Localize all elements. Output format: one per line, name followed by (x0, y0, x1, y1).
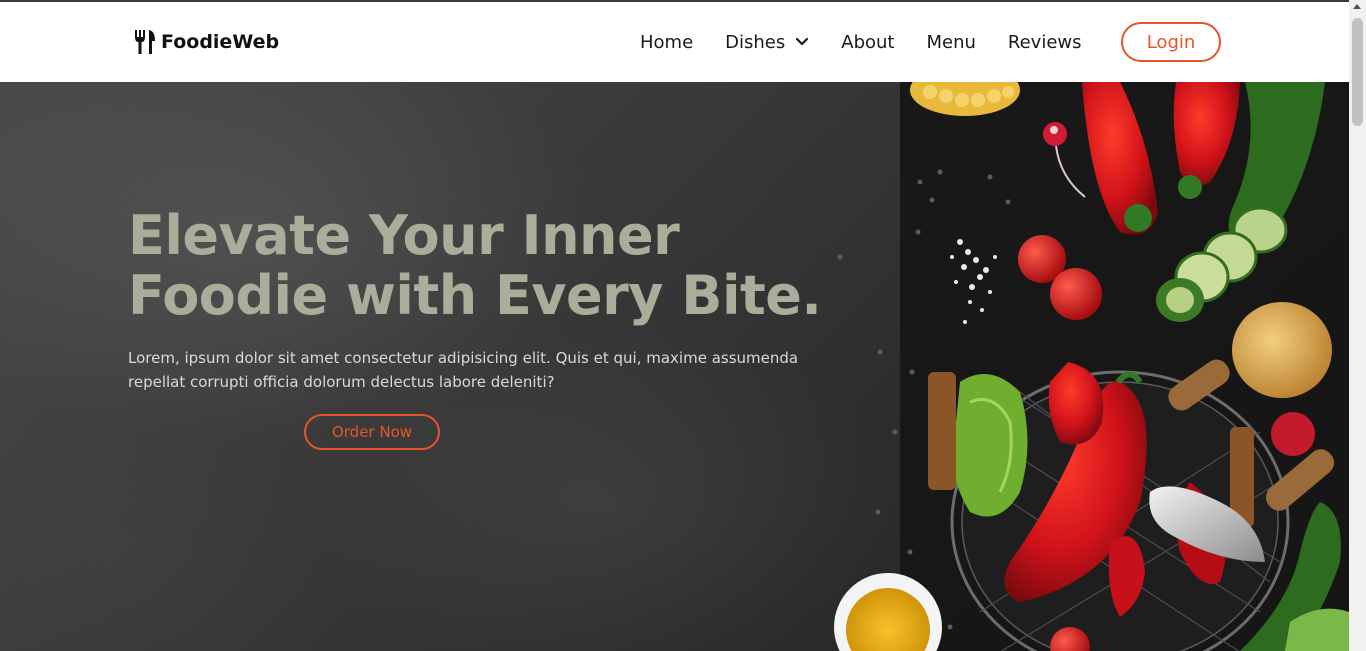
hero-title: Elevate Your Inner Foodie with Every Bit… (128, 206, 848, 326)
order-now-button[interactable]: Order Now (304, 414, 440, 450)
fork-knife-icon (135, 30, 155, 54)
nav-about[interactable]: About (841, 32, 894, 53)
nav-about-label: About (841, 31, 895, 53)
navbar: FoodieWeb Home Dishes About Menu Reviews… (0, 2, 1349, 82)
nav-reviews-label: Reviews (1007, 31, 1082, 53)
nav-reviews[interactable]: Reviews (1008, 32, 1082, 53)
hero-title-line2: Foodie with Every Bite. (128, 264, 822, 327)
nav-dishes-dropdown[interactable]: Dishes (725, 32, 809, 53)
nav-home[interactable]: Home (640, 32, 693, 53)
hero-title-line1: Elevate Your Inner (128, 204, 680, 267)
scrollbar-thumb[interactable] (1352, 18, 1363, 126)
vegetables-image (834, 82, 1349, 651)
hero-description: Lorem, ipsum dolor sit amet consectetur … (128, 349, 799, 391)
scroll-up-arrow-icon[interactable] (1353, 4, 1361, 9)
brand-logo[interactable]: FoodieWeb (133, 29, 279, 55)
login-button[interactable]: Login (1121, 22, 1221, 62)
nav-home-label: Home (640, 31, 694, 53)
chevron-down-icon (796, 37, 809, 46)
nav-dishes-label: Dishes (725, 31, 786, 53)
hero-section: Elevate Your Inner Foodie with Every Bit… (0, 82, 1349, 651)
main-nav: Home Dishes About Menu Reviews (640, 2, 1114, 82)
nav-menu-label: Menu (926, 31, 976, 53)
brand-name: FoodieWeb (161, 31, 280, 53)
page-scrollbar[interactable] (1349, 0, 1366, 651)
nav-menu[interactable]: Menu (926, 32, 975, 53)
